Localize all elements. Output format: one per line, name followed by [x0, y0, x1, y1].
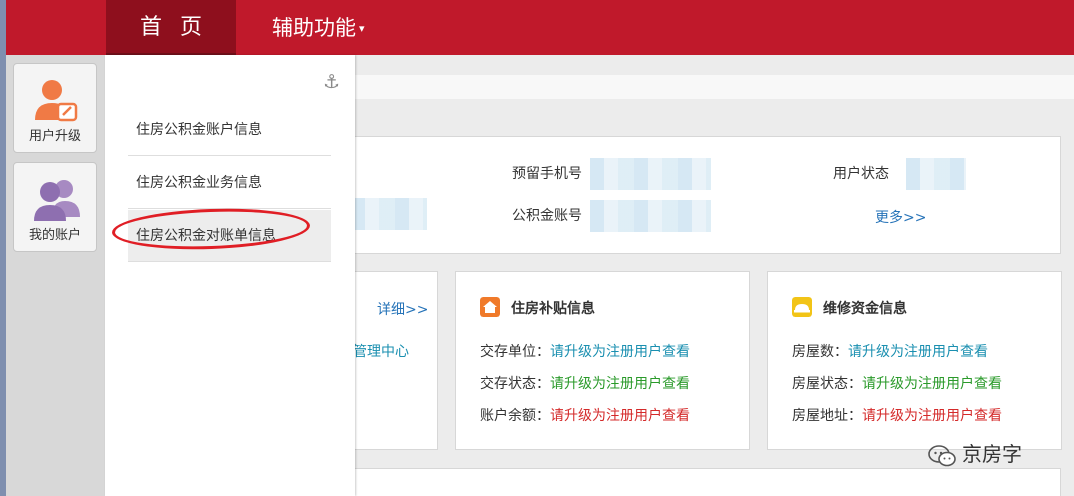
- info-row: 交存状态：请升级为注册用户查看: [480, 376, 690, 392]
- blurred-value: [351, 198, 427, 230]
- management-center-link[interactable]: 管理中心: [353, 341, 409, 361]
- top-navigation-bar: 首页 辅助功能 ▾: [6, 0, 1074, 55]
- nav-tools-menu[interactable]: 辅助功能 ▾: [272, 0, 365, 55]
- upgrade-prompt-link[interactable]: 请升级为注册用户查看: [550, 344, 690, 360]
- blurred-status: [906, 158, 966, 190]
- anchor-icon[interactable]: ⚓: [323, 71, 340, 93]
- sidebar: 用户升级 我的账户: [6, 55, 105, 496]
- blurred-account-number: [590, 200, 711, 232]
- sidebar-item-my-account[interactable]: 我的账户: [13, 162, 97, 252]
- upgrade-prompt-link[interactable]: 请升级为注册用户查看: [848, 344, 988, 360]
- repair-fund-title: 维修资金信息: [823, 301, 907, 317]
- blurred-phone: [590, 158, 711, 190]
- info-row: 交存单位：请升级为注册用户查看: [480, 344, 690, 360]
- sidebar-item-label: 用户升级: [28, 129, 81, 144]
- wechat-icon: [928, 444, 956, 466]
- more-link[interactable]: 更多>>: [875, 207, 926, 227]
- home-dropdown-menu: ⚓ 住房公积金账户信息 住房公积金业务信息 住房公积金对账单信息: [105, 55, 355, 496]
- house-icon: [480, 297, 500, 317]
- nav-home-tab[interactable]: 首页: [106, 0, 236, 55]
- bottom-panel: [330, 468, 1061, 496]
- repair-fund-card: 维修资金信息 房屋数：请升级为注册用户查看 房屋状态：请升级为注册用户查看 房屋…: [767, 271, 1062, 450]
- upgrade-prompt-link[interactable]: 请升级为注册用户查看: [862, 376, 1002, 392]
- info-row: 账户余额：请升级为注册用户查看: [480, 408, 690, 424]
- nav-tools-label: 辅助功能: [272, 16, 356, 40]
- status-label: 用户状态: [833, 166, 889, 182]
- chevron-down-icon: ▾: [359, 22, 365, 35]
- upgrade-prompt-link[interactable]: 请升级为注册用户查看: [550, 408, 690, 424]
- menu-item-business-info[interactable]: 住房公积金业务信息: [128, 157, 331, 209]
- housing-subsidy-card: 住房补贴信息 交存单位：请升级为注册用户查看 交存状态：请升级为注册用户查看 账…: [455, 271, 750, 450]
- account-info-panel: 预留手机号 用户状态 公积金账号 更多>>: [330, 136, 1061, 254]
- watermark-text: 京房字: [962, 442, 1022, 466]
- detail-link[interactable]: 详细>>: [377, 299, 428, 319]
- upgrade-prompt-link[interactable]: 请升级为注册用户查看: [550, 376, 690, 392]
- watermark: 京房字: [928, 438, 1022, 468]
- sidebar-item-user-upgrade[interactable]: 用户升级: [13, 63, 97, 153]
- sidebar-item-label: 我的账户: [28, 228, 81, 243]
- repair-fund-icon: [792, 297, 812, 317]
- info-row: 房屋地址：请升级为注册用户查看: [792, 408, 1002, 424]
- account-number-label: 公积金账号: [512, 208, 582, 224]
- housing-subsidy-title: 住房补贴信息: [511, 301, 595, 317]
- upgrade-prompt-link[interactable]: 请升级为注册用户查看: [862, 408, 1002, 424]
- info-row: 房屋数：请升级为注册用户查看: [792, 344, 988, 360]
- my-account-icon: [34, 180, 80, 221]
- phone-label: 预留手机号: [512, 166, 582, 182]
- user-upgrade-icon: [35, 80, 78, 122]
- menu-item-statement-info[interactable]: 住房公积金对账单信息: [128, 210, 331, 262]
- menu-item-account-info[interactable]: 住房公积金账户信息: [128, 104, 331, 156]
- info-row: 房屋状态：请升级为注册用户查看: [792, 376, 1002, 392]
